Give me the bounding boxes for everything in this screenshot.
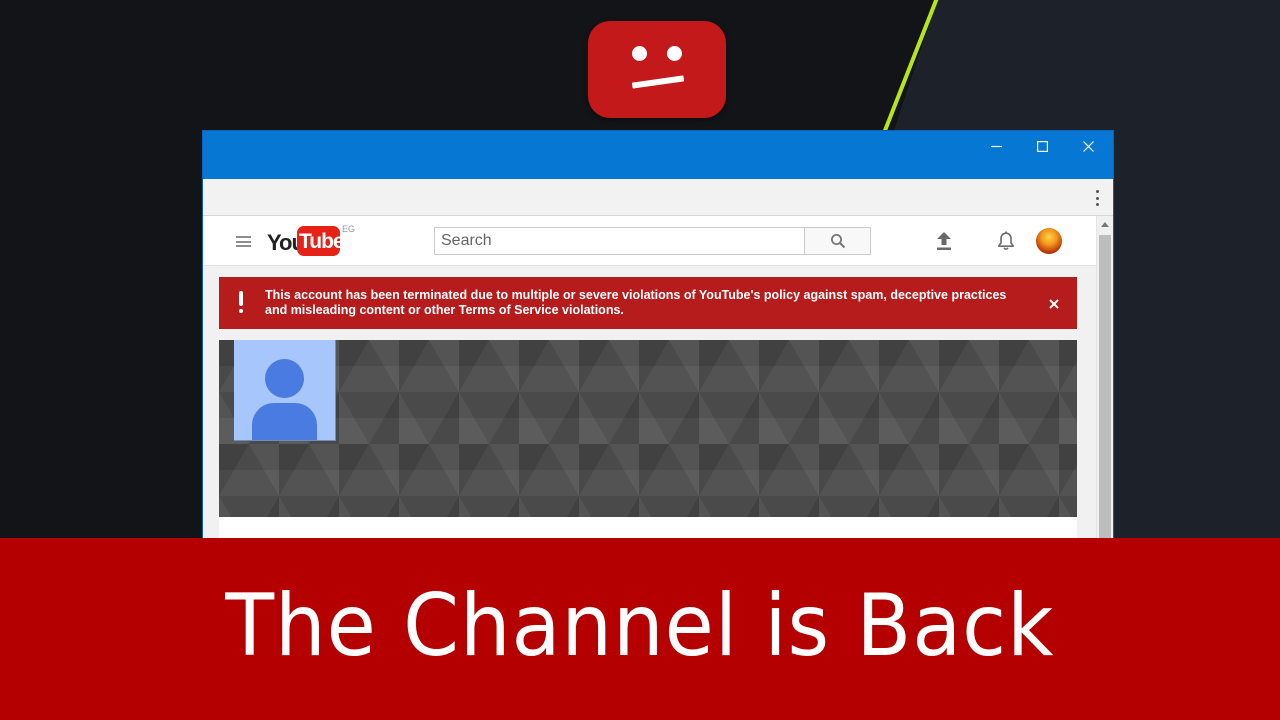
close-icon — [1082, 140, 1094, 152]
menu-icon[interactable] — [236, 236, 251, 247]
logo-tube-text: Tube — [299, 230, 345, 253]
logo-country-code: EG — [342, 224, 356, 234]
logo-tube-box: Tube — [297, 226, 345, 256]
logo-right-eye — [667, 46, 682, 61]
logo-mouth — [631, 75, 685, 89]
minimize-icon — [990, 145, 1002, 147]
browser-toolbar — [203, 179, 1113, 216]
maximize-icon — [1036, 140, 1048, 152]
caption-title: The Channel is Back — [225, 576, 1055, 676]
bell-icon — [998, 231, 1014, 250]
avatar-head — [265, 359, 304, 398]
upload-button[interactable] — [932, 229, 956, 253]
search-input[interactable] — [434, 227, 804, 255]
exclamation-icon — [237, 291, 245, 315]
youtube-masthead: You Tube EG — [203, 216, 1096, 266]
scroll-up-arrow-icon[interactable] — [1101, 222, 1109, 227]
close-icon — [1049, 299, 1059, 309]
channel-avatar-icon[interactable] — [234, 340, 336, 441]
alert-close-button[interactable] — [1049, 296, 1059, 309]
window-titlebar[interactable] — [203, 131, 1113, 179]
account-avatar[interactable] — [1036, 228, 1062, 254]
page-content: You Tube EG Search This account has been… — [203, 216, 1096, 541]
sad-youtube-logo-icon — [588, 21, 726, 118]
browser-menu-icon[interactable] — [1095, 190, 1099, 206]
avatar-body — [252, 403, 317, 440]
search-icon — [830, 234, 845, 249]
close-button[interactable] — [1065, 131, 1111, 161]
vertical-scrollbar[interactable] — [1096, 216, 1113, 541]
channel-banner — [219, 340, 1077, 517]
alert-message: This account has been terminated due to … — [265, 288, 1007, 317]
upload-icon — [937, 232, 951, 250]
browser-window: You Tube EG Search This account has been… — [203, 131, 1113, 541]
notifications-button[interactable] — [994, 229, 1018, 253]
caption-banner: The Channel is Back — [0, 538, 1280, 720]
maximize-button[interactable] — [1019, 131, 1065, 161]
scroll-thumb[interactable] — [1099, 235, 1111, 541]
minimize-button[interactable] — [973, 131, 1019, 161]
account-terminated-alert: This account has been terminated due to … — [219, 277, 1077, 329]
search-button[interactable] — [804, 227, 871, 255]
logo-left-eye — [632, 46, 647, 61]
